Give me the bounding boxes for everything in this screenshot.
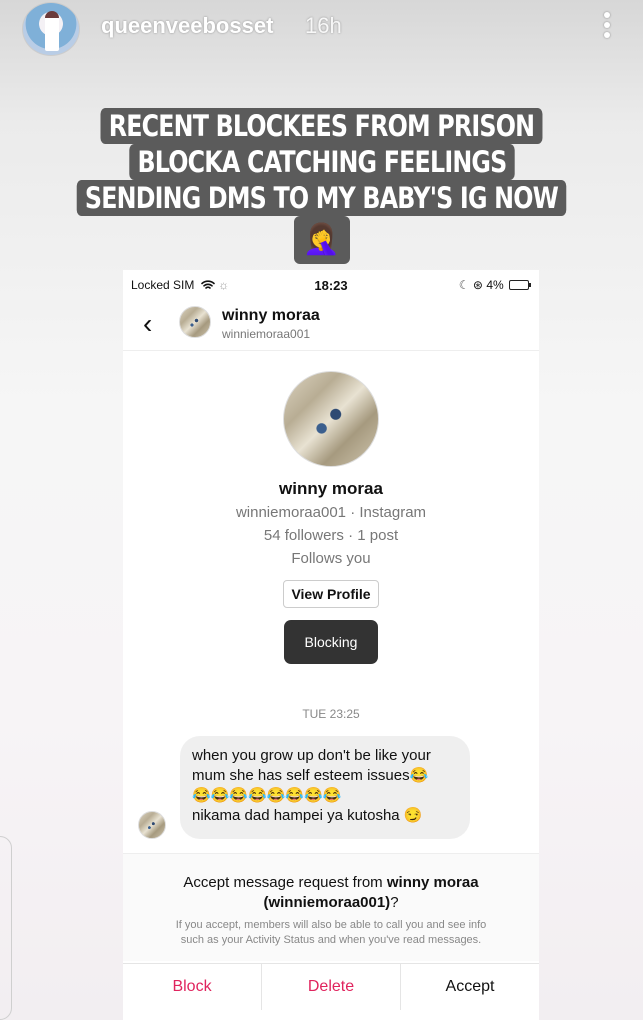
request-title-handle: (winniemoraa001) [263, 894, 391, 911]
follows-you-label: Follows you [291, 550, 371, 567]
story-caption: RECENT BLOCKEES FROM PRISON BLOCKA CATCH… [0, 108, 643, 264]
message-request-panel: Accept message request from winny moraa … [123, 853, 539, 961]
message-line: when you grow up don't be like your [192, 747, 431, 764]
caption-line-2: BLOCKA CATCHING FEELINGS [128, 144, 515, 180]
request-title-name: winny moraa [386, 874, 479, 891]
story-header: queenveebosset 16h [0, 0, 643, 56]
profile-name: winny moraa [279, 479, 383, 498]
request-info-line-1: If you accept, members will also be able… [175, 919, 487, 931]
back-arrow-icon[interactable]: ‹ [143, 310, 163, 338]
profile-stats-line: 54 followers · 1 post [263, 527, 399, 544]
delete-button[interactable]: Delete [262, 964, 401, 1010]
story-reply-edge [0, 836, 12, 1020]
view-profile-button[interactable]: View Profile [283, 580, 379, 608]
story-avatar[interactable] [22, 2, 80, 56]
more-options-icon[interactable] [601, 12, 613, 40]
header-username: winniemoraa001 [222, 327, 311, 341]
request-title: Accept message request from winny moraa … [123, 873, 539, 913]
header-name[interactable]: winny moraa [222, 307, 320, 325]
lock-rotation-icon: ⊛ [472, 278, 483, 292]
block-button[interactable]: Block [123, 964, 262, 1010]
message-bubble[interactable]: when you grow up don't be like your mum … [180, 736, 470, 839]
moon-icon: ☾ [458, 278, 470, 292]
profile-avatar[interactable] [283, 371, 379, 467]
dm-screenshot: Locked SIM ☼ 18:23 ☾ ⊛ 4% ‹ winny moraa … [123, 270, 539, 1020]
story-username[interactable]: queenveebosset [101, 13, 273, 39]
facepalm-emoji: 🤦‍♀️ [293, 216, 350, 264]
battery-icon [509, 280, 531, 290]
message-line: mum she has self esteem issues😂 [192, 767, 429, 784]
battery-percent: 4% [486, 278, 504, 292]
sender-avatar[interactable] [138, 811, 166, 839]
profile-handle-line: winniemoraa001 · Instagram [235, 504, 427, 521]
story-time-ago: 16h [305, 13, 342, 38]
status-bar: Locked SIM ☼ 18:23 ☾ ⊛ 4% [123, 270, 539, 300]
request-title-prefix: Accept message request from [183, 874, 387, 891]
request-info-line-2: such as your Activity Status and when yo… [180, 934, 482, 946]
request-title-suffix: ? [390, 894, 399, 911]
message-line: nikama dad hampei ya kutosha 😏 [192, 807, 423, 824]
chat-header: ‹ winny moraa winniemoraa001 [123, 300, 539, 351]
caption-line-3: SENDING DMS TO MY BABY'S IG NOW [76, 180, 567, 216]
caption-line-1: RECENT BLOCKEES FROM PRISON [100, 108, 543, 144]
header-avatar[interactable] [179, 306, 211, 338]
blocking-button[interactable]: Blocking [284, 620, 378, 664]
request-actions: Block Delete Accept [123, 963, 539, 1010]
thread-timestamp: TUE 23:25 [302, 707, 360, 721]
message-line: 😂😂😂😂😂😂😂😂 [192, 787, 342, 804]
accept-button[interactable]: Accept [401, 964, 539, 1010]
request-info: If you accept, members will also be able… [143, 918, 519, 948]
